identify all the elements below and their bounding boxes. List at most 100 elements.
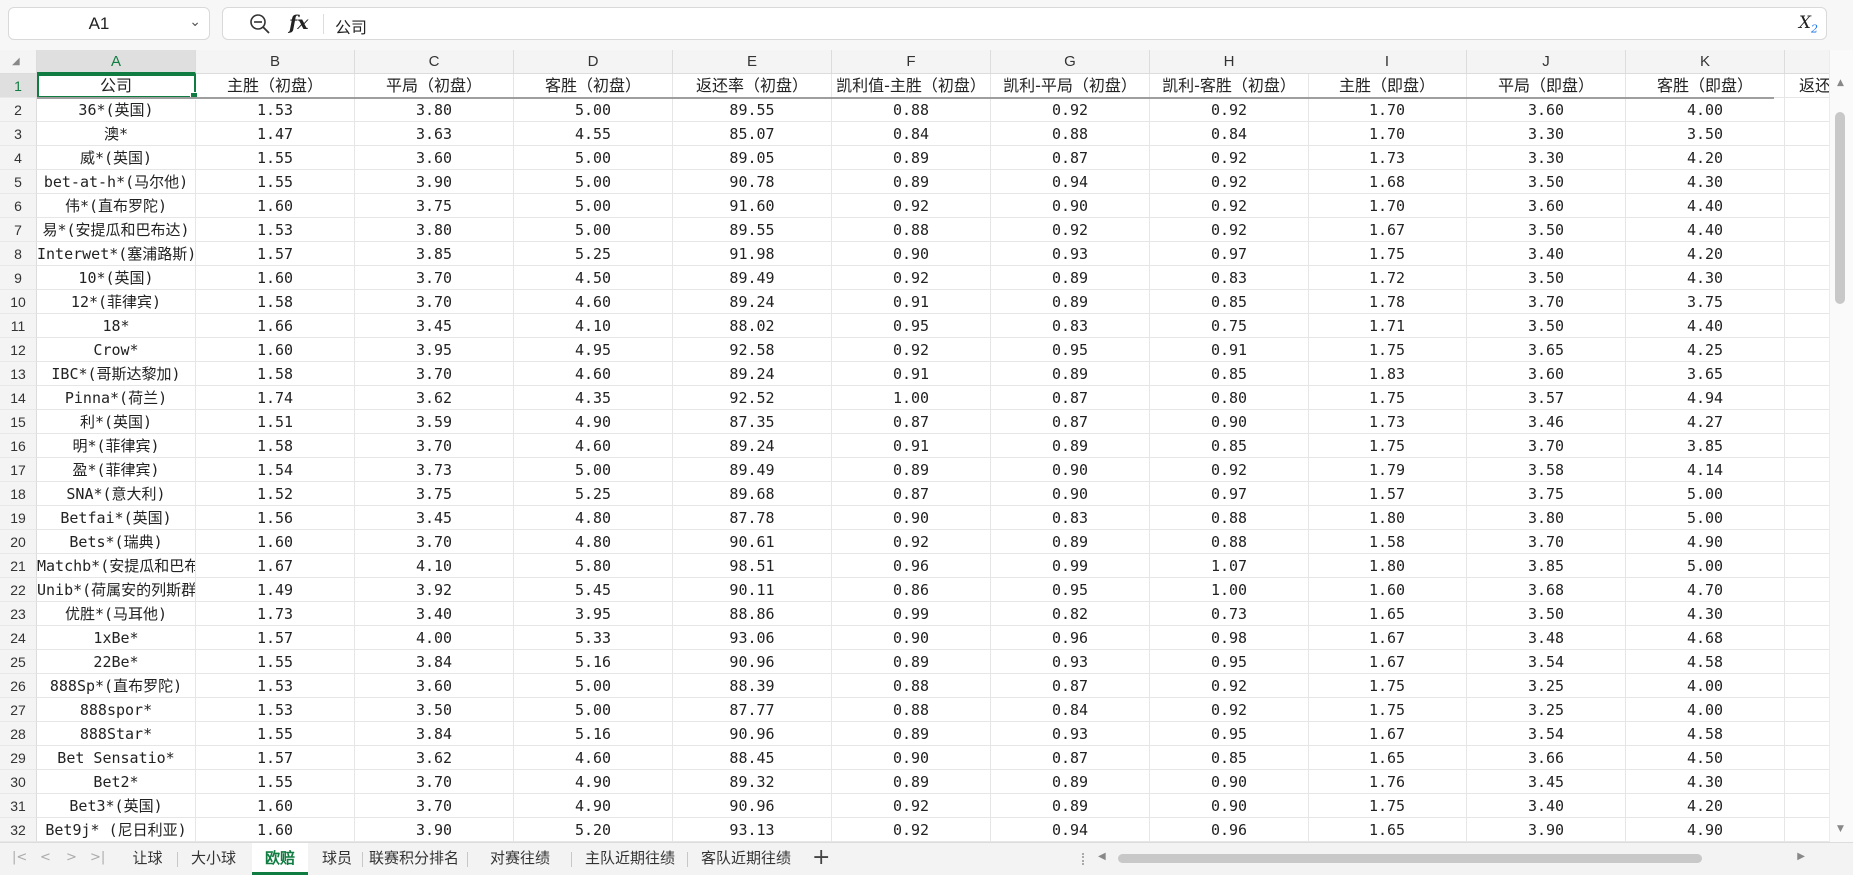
column-header-j[interactable]: J (1467, 50, 1626, 74)
table-cell[interactable]: 3.45 (355, 314, 514, 338)
header-cell[interactable]: 客胜（即盘） (1626, 74, 1785, 98)
table-cell[interactable]: 3.48 (1467, 626, 1626, 650)
row-header[interactable]: 22 (0, 578, 37, 602)
table-cell[interactable]: 0.89 (991, 266, 1150, 290)
table-cell[interactable]: 3.70 (1467, 434, 1626, 458)
table-cell[interactable]: 93.13 (673, 818, 832, 842)
chevron-down-icon[interactable]: ⌄ (189, 14, 201, 30)
table-cell[interactable]: 3.40 (1467, 242, 1626, 266)
vertical-scrollbar[interactable]: ▲ ▼ (1829, 50, 1853, 842)
table-cell[interactable]: 4.94 (1626, 386, 1785, 410)
table-cell[interactable]: Bet2* (37, 770, 196, 794)
table-cell[interactable]: 888spor* (37, 698, 196, 722)
sheet-tab[interactable]: 客队近期往绩 (691, 843, 801, 875)
table-cell[interactable]: 0.95 (1150, 722, 1309, 746)
table-cell[interactable]: 0.89 (991, 362, 1150, 386)
last-sheet-icon[interactable]: >| (90, 850, 105, 865)
table-cell[interactable]: 5.00 (514, 218, 673, 242)
header-cell[interactable]: 主胜（初盘） (196, 74, 355, 98)
table-cell[interactable]: 1.73 (1308, 410, 1467, 434)
name-box[interactable]: A1 ⌄ (8, 7, 210, 40)
row-header[interactable]: 1 (0, 74, 37, 98)
table-cell[interactable]: 4.30 (1626, 266, 1785, 290)
table-cell[interactable]: 0.94 (991, 818, 1150, 842)
table-cell[interactable]: 5.00 (514, 674, 673, 698)
table-cell[interactable]: 4.58 (1626, 650, 1785, 674)
table-cell[interactable]: 优胜*(马耳他) (37, 602, 196, 626)
header-cell[interactable]: 公司 (37, 74, 196, 98)
scrollbar-thumb[interactable] (1835, 112, 1845, 304)
table-cell[interactable]: 1.53 (196, 698, 355, 722)
table-cell[interactable]: 0.88 (832, 674, 991, 698)
table-cell[interactable]: 1.65 (1308, 602, 1467, 626)
table-cell[interactable]: 3.62 (355, 746, 514, 770)
row-header[interactable]: 25 (0, 650, 37, 674)
table-cell[interactable]: 0.87 (991, 146, 1150, 170)
table-cell[interactable]: 1.68 (1308, 170, 1467, 194)
table-cell[interactable]: 威*(英国) (37, 146, 196, 170)
table-cell[interactable]: 1.75 (1308, 338, 1467, 362)
table-cell[interactable]: 1.54 (196, 458, 355, 482)
table-cell[interactable]: 5.00 (1626, 554, 1785, 578)
row-header[interactable]: 26 (0, 674, 37, 698)
table-cell[interactable]: 4.58 (1626, 722, 1785, 746)
table-cell[interactable]: Matchb*(安提瓜和巴布达) (37, 554, 196, 578)
table-cell[interactable]: 0.84 (832, 122, 991, 146)
table-cell[interactable]: 1.60 (196, 530, 355, 554)
prev-sheet-icon[interactable]: < (40, 850, 51, 865)
table-cell[interactable]: 4.80 (514, 530, 673, 554)
table-cell[interactable]: 1.75 (1308, 698, 1467, 722)
table-cell[interactable]: 1xBe* (37, 626, 196, 650)
zoom-out-icon[interactable] (249, 13, 271, 35)
row-header[interactable]: 5 (0, 170, 37, 194)
table-cell[interactable]: 1.52 (196, 482, 355, 506)
table-cell[interactable]: 5.45 (514, 578, 673, 602)
table-cell[interactable]: 1.78 (1308, 290, 1467, 314)
table-cell[interactable]: 89.24 (673, 434, 832, 458)
table-cell[interactable]: 5.00 (514, 698, 673, 722)
table-cell[interactable]: 1.60 (196, 818, 355, 842)
row-header[interactable]: 32 (0, 818, 37, 842)
table-cell[interactable]: 0.89 (991, 770, 1150, 794)
table-cell[interactable]: 0.86 (832, 578, 991, 602)
row-header[interactable]: 8 (0, 242, 37, 266)
table-cell[interactable]: 4.20 (1626, 242, 1785, 266)
table-cell[interactable]: Interwet*(塞浦路斯) (37, 242, 196, 266)
table-cell[interactable]: 3.30 (1467, 122, 1626, 146)
table-cell[interactable]: 伟*(直布罗陀) (37, 194, 196, 218)
table-cell[interactable]: 5.80 (514, 554, 673, 578)
table-cell[interactable]: 3.75 (1467, 482, 1626, 506)
table-cell[interactable]: 888Star* (37, 722, 196, 746)
row-header[interactable]: 19 (0, 506, 37, 530)
table-cell[interactable]: 5.20 (514, 818, 673, 842)
table-cell[interactable]: 3.84 (355, 650, 514, 674)
table-cell[interactable]: 3.73 (355, 458, 514, 482)
table-cell[interactable]: 4.60 (514, 290, 673, 314)
table-cell[interactable]: 0.88 (832, 698, 991, 722)
table-cell[interactable]: 1.00 (832, 386, 991, 410)
table-cell[interactable]: 3.46 (1467, 410, 1626, 434)
table-cell[interactable]: 澳* (37, 122, 196, 146)
table-cell[interactable]: 3.80 (355, 98, 514, 122)
table-cell[interactable]: 0.97 (1150, 482, 1309, 506)
table-cell[interactable]: 1.70 (1308, 122, 1467, 146)
table-cell[interactable]: 1.58 (196, 290, 355, 314)
table-cell[interactable]: 0.90 (1150, 770, 1309, 794)
table-cell[interactable]: 0.91 (1150, 338, 1309, 362)
row-header[interactable]: 2 (0, 98, 37, 122)
table-cell[interactable]: 1.75 (1308, 386, 1467, 410)
table-cell[interactable]: 1.55 (196, 722, 355, 746)
table-cell[interactable]: 89.68 (673, 482, 832, 506)
table-cell[interactable]: 91.98 (673, 242, 832, 266)
table-cell[interactable]: 0.87 (832, 410, 991, 434)
table-cell[interactable]: 1.65 (1308, 746, 1467, 770)
table-cell[interactable]: 3.57 (1467, 386, 1626, 410)
row-header[interactable]: 23 (0, 602, 37, 626)
table-cell[interactable]: Bet9j* (尼日利亚) (37, 818, 196, 842)
table-cell[interactable]: 4.55 (514, 122, 673, 146)
table-cell[interactable]: 87.35 (673, 410, 832, 434)
scrollbar-thumb[interactable] (1118, 854, 1702, 863)
table-cell[interactable]: 1.57 (1308, 482, 1467, 506)
table-cell[interactable]: 0.93 (991, 722, 1150, 746)
table-cell[interactable]: 0.92 (1150, 170, 1309, 194)
